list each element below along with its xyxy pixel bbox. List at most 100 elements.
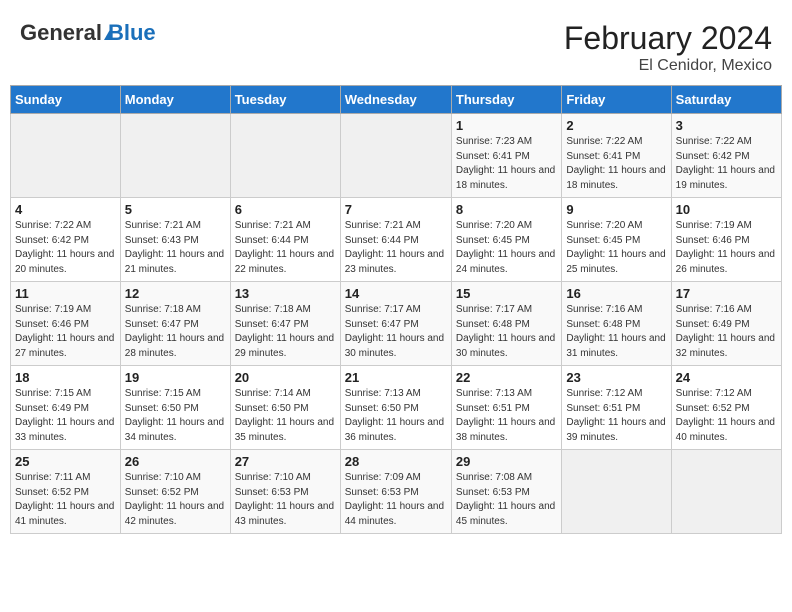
calendar-cell: 3 Sunrise: 7:22 AMSunset: 6:42 PMDaylight… bbox=[671, 114, 781, 198]
calendar-cell: 28 Sunrise: 7:09 AMSunset: 6:53 PMDayligh… bbox=[340, 450, 451, 534]
day-info: Sunrise: 7:18 AMSunset: 6:47 PMDaylight:… bbox=[125, 303, 226, 361]
calendar-cell: 14Sunrise: 7:17 AMSunset: 6:47 PMDayligh… bbox=[340, 282, 451, 366]
logo: General Blue bbox=[20, 20, 156, 46]
calendar-cell bbox=[562, 450, 671, 534]
day-info: Sunrise: 7:21 AMSunset: 6:44 PMDaylight:… bbox=[235, 219, 336, 277]
day-number: 4 bbox=[15, 202, 116, 217]
day-number: 28 bbox=[345, 454, 447, 469]
day-info: Sunrise: 7:12 AMSunset: 6:52 PMDaylight:… bbox=[676, 387, 777, 445]
calendar-cell: 5 Sunrise: 7:21 AMSunset: 6:43 PMDaylight… bbox=[120, 198, 230, 282]
calendar-header: SundayMondayTuesdayWednesdayThursdayFrid… bbox=[11, 86, 782, 114]
calendar-cell: 1Sunrise: 7:23 AMSunset: 6:41 PMDaylight… bbox=[451, 114, 561, 198]
calendar-body: 1Sunrise: 7:23 AMSunset: 6:41 PMDaylight… bbox=[11, 114, 782, 534]
calendar-cell: 20 Sunrise: 7:14 AMSunset: 6:50 PMDayligh… bbox=[230, 366, 340, 450]
weekday-header-row: SundayMondayTuesdayWednesdayThursdayFrid… bbox=[11, 86, 782, 114]
day-number: 25 bbox=[15, 454, 116, 469]
day-number: 29 bbox=[456, 454, 557, 469]
day-info: Sunrise: 7:16 AMSunset: 6:48 PMDaylight:… bbox=[566, 303, 666, 361]
calendar-cell: 11 Sunrise: 7:19 AMSunset: 6:46 PMDayligh… bbox=[11, 282, 121, 366]
calendar-title: February 2024 bbox=[564, 20, 772, 57]
day-info: Sunrise: 7:17 AMSunset: 6:48 PMDaylight:… bbox=[456, 303, 557, 361]
day-number: 26 bbox=[125, 454, 226, 469]
day-info: Sunrise: 7:15 AMSunset: 6:50 PMDaylight:… bbox=[125, 387, 226, 445]
calendar-cell: 4 Sunrise: 7:22 AMSunset: 6:42 PMDaylight… bbox=[11, 198, 121, 282]
day-number: 17 bbox=[676, 286, 777, 301]
page-header: General Blue February 2024 El Cenidor, M… bbox=[10, 10, 782, 80]
day-number: 23 bbox=[566, 370, 666, 385]
calendar-cell: 6 Sunrise: 7:21 AMSunset: 6:44 PMDaylight… bbox=[230, 198, 340, 282]
calendar-cell: 29 Sunrise: 7:08 AMSunset: 6:53 PMDayligh… bbox=[451, 450, 561, 534]
calendar-week-5: 25 Sunrise: 7:11 AMSunset: 6:52 PMDayligh… bbox=[11, 450, 782, 534]
calendar-cell: 16Sunrise: 7:16 AMSunset: 6:48 PMDayligh… bbox=[562, 282, 671, 366]
calendar-cell: 8Sunrise: 7:20 AMSunset: 6:45 PMDaylight… bbox=[451, 198, 561, 282]
calendar-week-1: 1Sunrise: 7:23 AMSunset: 6:41 PMDaylight… bbox=[11, 114, 782, 198]
calendar-cell: 21Sunrise: 7:13 AMSunset: 6:50 PMDayligh… bbox=[340, 366, 451, 450]
day-number: 10 bbox=[676, 202, 777, 217]
weekday-monday: Monday bbox=[120, 86, 230, 114]
weekday-wednesday: Wednesday bbox=[340, 86, 451, 114]
day-info: Sunrise: 7:19 AMSunset: 6:46 PMDaylight:… bbox=[15, 303, 116, 361]
day-info: Sunrise: 7:09 AMSunset: 6:53 PMDaylight:… bbox=[345, 471, 447, 529]
day-number: 14 bbox=[345, 286, 447, 301]
day-number: 24 bbox=[676, 370, 777, 385]
calendar-cell: 9 Sunrise: 7:20 AMSunset: 6:45 PMDaylight… bbox=[562, 198, 671, 282]
calendar-cell bbox=[11, 114, 121, 198]
day-info: Sunrise: 7:18 AMSunset: 6:47 PMDaylight:… bbox=[235, 303, 336, 361]
day-info: Sunrise: 7:10 AMSunset: 6:53 PMDaylight:… bbox=[235, 471, 336, 529]
calendar-cell: 7 Sunrise: 7:21 AMSunset: 6:44 PMDaylight… bbox=[340, 198, 451, 282]
calendar-cell bbox=[230, 114, 340, 198]
logo-blue-text: Blue bbox=[108, 20, 156, 46]
day-info: Sunrise: 7:22 AMSunset: 6:42 PMDaylight:… bbox=[676, 135, 777, 193]
day-number: 6 bbox=[235, 202, 336, 217]
day-info: Sunrise: 7:20 AMSunset: 6:45 PMDaylight:… bbox=[456, 219, 557, 277]
day-info: Sunrise: 7:22 AMSunset: 6:42 PMDaylight:… bbox=[15, 219, 116, 277]
calendar-cell bbox=[340, 114, 451, 198]
day-number: 11 bbox=[15, 286, 116, 301]
calendar-cell: 24 Sunrise: 7:12 AMSunset: 6:52 PMDayligh… bbox=[671, 366, 781, 450]
calendar-cell: 15 Sunrise: 7:17 AMSunset: 6:48 PMDayligh… bbox=[451, 282, 561, 366]
weekday-sunday: Sunday bbox=[11, 86, 121, 114]
calendar-cell: 17Sunrise: 7:16 AMSunset: 6:49 PMDayligh… bbox=[671, 282, 781, 366]
day-info: Sunrise: 7:11 AMSunset: 6:52 PMDaylight:… bbox=[15, 471, 116, 529]
calendar-cell: 18 Sunrise: 7:15 AMSunset: 6:49 PMDayligh… bbox=[11, 366, 121, 450]
day-number: 15 bbox=[456, 286, 557, 301]
weekday-friday: Friday bbox=[562, 86, 671, 114]
calendar-week-3: 11 Sunrise: 7:19 AMSunset: 6:46 PMDayligh… bbox=[11, 282, 782, 366]
day-number: 18 bbox=[15, 370, 116, 385]
day-info: Sunrise: 7:21 AMSunset: 6:44 PMDaylight:… bbox=[345, 219, 447, 277]
calendar-cell bbox=[120, 114, 230, 198]
day-number: 19 bbox=[125, 370, 226, 385]
day-info: Sunrise: 7:15 AMSunset: 6:49 PMDaylight:… bbox=[15, 387, 116, 445]
calendar-cell: 2 Sunrise: 7:22 AMSunset: 6:41 PMDaylight… bbox=[562, 114, 671, 198]
day-number: 22 bbox=[456, 370, 557, 385]
calendar-cell: 13Sunrise: 7:18 AMSunset: 6:47 PMDayligh… bbox=[230, 282, 340, 366]
day-number: 5 bbox=[125, 202, 226, 217]
day-info: Sunrise: 7:21 AMSunset: 6:43 PMDaylight:… bbox=[125, 219, 226, 277]
day-number: 7 bbox=[345, 202, 447, 217]
day-number: 12 bbox=[125, 286, 226, 301]
day-number: 27 bbox=[235, 454, 336, 469]
day-number: 20 bbox=[235, 370, 336, 385]
calendar-subtitle: El Cenidor, Mexico bbox=[564, 57, 772, 75]
logo-general-text: General bbox=[20, 20, 102, 46]
title-block: February 2024 El Cenidor, Mexico bbox=[564, 20, 772, 75]
calendar-cell: 19 Sunrise: 7:15 AMSunset: 6:50 PMDayligh… bbox=[120, 366, 230, 450]
weekday-saturday: Saturday bbox=[671, 86, 781, 114]
day-number: 9 bbox=[566, 202, 666, 217]
day-info: Sunrise: 7:23 AMSunset: 6:41 PMDaylight:… bbox=[456, 135, 557, 193]
calendar-cell: 22 Sunrise: 7:13 AMSunset: 6:51 PMDayligh… bbox=[451, 366, 561, 450]
calendar-cell: 23Sunrise: 7:12 AMSunset: 6:51 PMDayligh… bbox=[562, 366, 671, 450]
calendar-cell bbox=[671, 450, 781, 534]
day-number: 3 bbox=[676, 118, 777, 133]
day-info: Sunrise: 7:19 AMSunset: 6:46 PMDaylight:… bbox=[676, 219, 777, 277]
day-info: Sunrise: 7:08 AMSunset: 6:53 PMDaylight:… bbox=[456, 471, 557, 529]
day-number: 2 bbox=[566, 118, 666, 133]
calendar-week-4: 18 Sunrise: 7:15 AMSunset: 6:49 PMDayligh… bbox=[11, 366, 782, 450]
day-info: Sunrise: 7:14 AMSunset: 6:50 PMDaylight:… bbox=[235, 387, 336, 445]
weekday-tuesday: Tuesday bbox=[230, 86, 340, 114]
calendar-table: SundayMondayTuesdayWednesdayThursdayFrid… bbox=[10, 85, 782, 534]
day-info: Sunrise: 7:13 AMSunset: 6:51 PMDaylight:… bbox=[456, 387, 557, 445]
day-info: Sunrise: 7:22 AMSunset: 6:41 PMDaylight:… bbox=[566, 135, 666, 193]
day-info: Sunrise: 7:20 AMSunset: 6:45 PMDaylight:… bbox=[566, 219, 666, 277]
day-info: Sunrise: 7:13 AMSunset: 6:50 PMDaylight:… bbox=[345, 387, 447, 445]
